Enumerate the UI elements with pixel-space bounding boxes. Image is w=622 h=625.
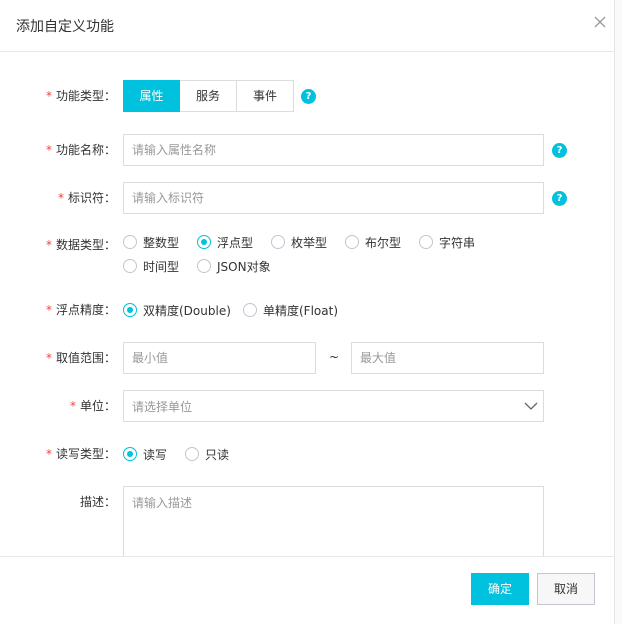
func-type-label: * 功能类型： bbox=[45, 89, 116, 103]
dialog-header: 添加自定义功能 bbox=[0, 0, 614, 52]
identifier-input[interactable] bbox=[123, 182, 544, 214]
required-mark: * bbox=[45, 303, 52, 317]
radio[interactable] bbox=[123, 259, 137, 273]
min-value-input[interactable] bbox=[123, 342, 316, 374]
help-icon[interactable]: ? bbox=[552, 143, 567, 158]
radio[interactable] bbox=[345, 235, 359, 249]
close-icon[interactable] bbox=[592, 14, 608, 30]
func-name-label: * 功能名称： bbox=[45, 143, 116, 157]
required-mark: * bbox=[45, 143, 52, 157]
data-type-option-json[interactable]: JSON对象 bbox=[197, 256, 271, 276]
func-type-segmented: 属性 服务 事件 bbox=[123, 80, 294, 112]
unit-select-placeholder: 请选择单位 bbox=[132, 400, 193, 414]
help-icon[interactable]: ? bbox=[301, 89, 316, 104]
identifier-row: *标识符： ? bbox=[0, 182, 614, 214]
precision-option-float[interactable]: 单精度(Float) bbox=[243, 300, 338, 320]
precision-row: * 浮点精度： 双精度(Double) 单精度(Float) bbox=[0, 300, 614, 320]
data-type-option-bool[interactable]: 布尔型 bbox=[345, 232, 401, 252]
precision-option-double[interactable]: 双精度(Double) bbox=[123, 300, 231, 320]
data-type-option-string[interactable]: 字符串 bbox=[419, 232, 475, 252]
description-row: 描述： bbox=[0, 486, 614, 576]
radio-checked[interactable] bbox=[123, 303, 137, 317]
dialog-title: 添加自定义功能 bbox=[16, 19, 114, 35]
func-name-input[interactable] bbox=[123, 134, 544, 166]
add-custom-function-dialog: 添加自定义功能 *功能类型： 属性 服务 事件 ? *功能名称： ? *标识符：… bbox=[0, 0, 615, 625]
range-separator: ~ bbox=[329, 350, 340, 364]
data-type-option-int[interactable]: 整数型 bbox=[123, 232, 179, 252]
radio[interactable] bbox=[243, 303, 257, 317]
confirm-button[interactable]: 确定 bbox=[471, 573, 529, 605]
data-type-option-date[interactable]: 时间型 bbox=[123, 256, 179, 276]
radio-checked[interactable] bbox=[197, 235, 211, 249]
func-name-row: *功能名称： ? bbox=[0, 134, 614, 166]
required-mark: * bbox=[57, 191, 64, 205]
required-mark: * bbox=[69, 399, 76, 413]
radio[interactable] bbox=[185, 447, 199, 461]
identifier-label: * 标识符： bbox=[57, 191, 116, 205]
unit-select[interactable]: 请选择单位 bbox=[123, 390, 544, 422]
radio[interactable] bbox=[419, 235, 433, 249]
unit-row: * 单位： 请选择单位 bbox=[0, 390, 614, 422]
func-type-event-button[interactable]: 事件 bbox=[236, 80, 294, 112]
data-type-row: * 数据类型： 整数型 浮点型 枚举型 布尔型 字符串 时间型 JSON对象 bbox=[0, 232, 614, 278]
data-type-option-enum[interactable]: 枚举型 bbox=[271, 232, 327, 252]
required-mark: * bbox=[45, 238, 52, 252]
description-label: 描述： bbox=[79, 495, 116, 509]
data-type-option-float[interactable]: 浮点型 bbox=[197, 232, 253, 252]
chevron-down-icon bbox=[524, 400, 538, 412]
rw-option-readonly[interactable]: 只读 bbox=[185, 444, 229, 464]
rw-option-readwrite[interactable]: 读写 bbox=[123, 444, 167, 464]
value-range-label: * 取值范围： bbox=[45, 351, 116, 365]
background-page-edge bbox=[615, 0, 622, 624]
func-type-service-button[interactable]: 服务 bbox=[179, 80, 237, 112]
precision-label: * 浮点精度： bbox=[45, 303, 116, 317]
radio[interactable] bbox=[123, 235, 137, 249]
rw-type-row: * 读写类型： 读写 只读 bbox=[0, 444, 614, 464]
unit-label: * 单位： bbox=[69, 399, 116, 413]
dialog-footer: 确定 取消 bbox=[0, 556, 614, 625]
radio[interactable] bbox=[197, 259, 211, 273]
required-mark: * bbox=[45, 447, 52, 461]
data-type-label: * 数据类型： bbox=[45, 238, 116, 252]
help-icon[interactable]: ? bbox=[552, 191, 567, 206]
cancel-button[interactable]: 取消 bbox=[537, 573, 595, 605]
func-type-property-button[interactable]: 属性 bbox=[123, 80, 180, 112]
required-mark: * bbox=[45, 89, 52, 103]
rw-type-label: * 读写类型： bbox=[45, 447, 116, 461]
value-range-row: *取值范围： ~ bbox=[0, 342, 614, 374]
required-mark: * bbox=[45, 351, 52, 365]
func-type-row: * 功能类型： 属性 服务 事件 ? bbox=[0, 80, 614, 112]
max-value-input[interactable] bbox=[351, 342, 544, 374]
radio-checked[interactable] bbox=[123, 447, 137, 461]
radio[interactable] bbox=[271, 235, 285, 249]
